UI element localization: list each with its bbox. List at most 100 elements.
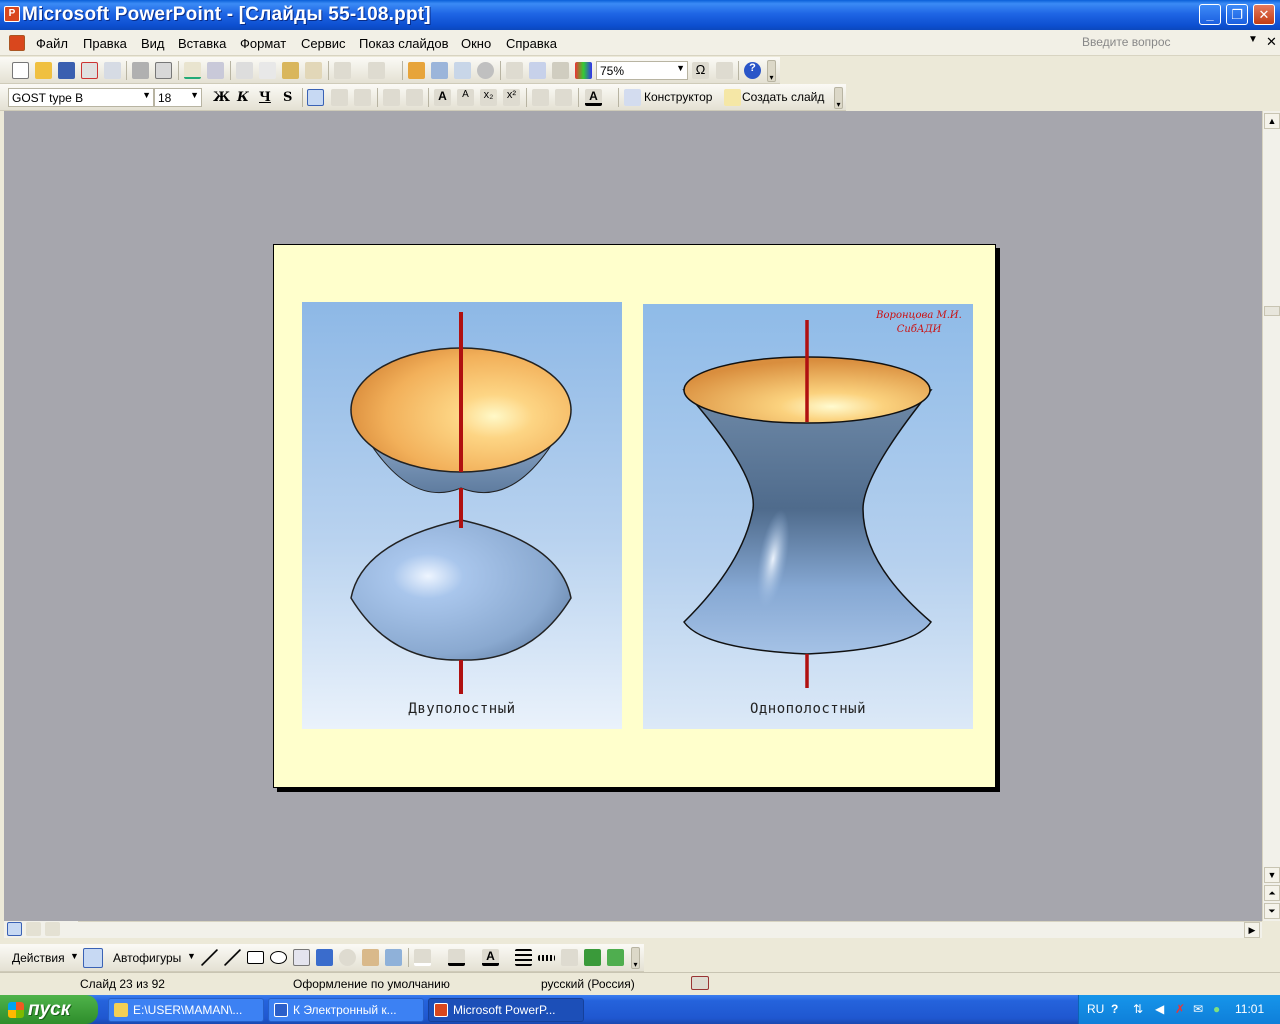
print-icon[interactable] xyxy=(132,62,149,79)
research-icon[interactable] xyxy=(207,62,224,79)
expand-all-icon[interactable] xyxy=(506,62,523,79)
autoshapes-menu[interactable]: Автофигуры xyxy=(113,951,181,965)
line-color-icon[interactable] xyxy=(448,949,465,966)
chevron-down-icon[interactable]: ▼ xyxy=(1248,34,1258,45)
arrow-style-icon[interactable] xyxy=(561,949,578,966)
zoom-combo[interactable]: 75% ▼ xyxy=(596,61,688,80)
tables-borders-icon[interactable] xyxy=(454,62,471,79)
paste-icon[interactable] xyxy=(282,62,299,79)
scroll-right-icon[interactable]: ▶ xyxy=(1244,922,1260,938)
wordart-icon[interactable] xyxy=(316,949,333,966)
print-preview-icon[interactable] xyxy=(155,62,172,79)
diagram-icon[interactable] xyxy=(339,949,356,966)
powerpoint-app-icon[interactable]: P xyxy=(4,6,20,22)
help-icon[interactable]: ? xyxy=(744,62,761,79)
start-button[interactable]: пуск xyxy=(0,995,98,1024)
font-color-icon[interactable]: A xyxy=(585,89,602,106)
superscript-icon[interactable]: x² xyxy=(503,89,520,106)
arrow-icon[interactable] xyxy=(224,949,241,966)
new-slide-button[interactable]: Создать слайд xyxy=(742,90,824,104)
align-center-icon[interactable] xyxy=(331,89,348,106)
normal-view-icon[interactable] xyxy=(7,922,22,936)
chevron-down-icon[interactable]: ▼ xyxy=(187,951,196,961)
restore-button[interactable]: ❐ xyxy=(1226,4,1248,25)
scroll-thumb[interactable] xyxy=(1264,306,1280,316)
show-grid-icon[interactable] xyxy=(552,62,569,79)
menu-window[interactable]: Окно xyxy=(461,36,491,51)
task-powerpoint[interactable]: Microsoft PowerP... xyxy=(428,998,584,1022)
menu-format[interactable]: Формат xyxy=(240,36,286,51)
messenger-icon[interactable]: ● xyxy=(1213,1002,1220,1016)
insert-diagram-icon[interactable] xyxy=(477,62,494,79)
undo-icon[interactable] xyxy=(334,62,351,79)
rectangle-icon[interactable] xyxy=(247,951,264,964)
previous-slide-icon[interactable]: ⏶ xyxy=(1264,885,1280,901)
copy-icon[interactable] xyxy=(259,62,276,79)
insert-chart-icon[interactable] xyxy=(408,62,425,79)
italic-button[interactable]: К xyxy=(237,90,249,105)
toolbar-options-icon[interactable]: ▾ xyxy=(631,947,640,969)
insert-table-icon[interactable] xyxy=(431,62,448,79)
move-icon[interactable] xyxy=(716,62,733,79)
subscript-icon[interactable]: x₂ xyxy=(480,89,497,106)
save-icon[interactable] xyxy=(58,62,75,79)
menu-file[interactable]: Файл xyxy=(36,36,68,51)
increase-font-icon[interactable]: A xyxy=(434,89,451,106)
chevron-down-icon[interactable]: ▼ xyxy=(70,951,79,961)
cut-icon[interactable] xyxy=(236,62,253,79)
document-close-button[interactable]: ✕ xyxy=(1266,34,1277,50)
document-icon[interactable] xyxy=(9,35,25,51)
network-icon[interactable]: ⇅ xyxy=(1133,1002,1143,1016)
shadow-style-icon[interactable] xyxy=(584,949,601,966)
bold-button[interactable]: Ж xyxy=(213,90,230,105)
ask-question-input[interactable]: Введите вопрос xyxy=(1082,35,1262,52)
actions-menu[interactable]: Действия xyxy=(12,951,65,965)
mail-icon[interactable]: ✉ xyxy=(1193,1002,1203,1016)
toolbar-options-icon[interactable]: ▾ xyxy=(767,60,776,82)
toolbar-options-icon[interactable]: ▾ xyxy=(834,87,843,109)
close-button[interactable]: ✕ xyxy=(1253,4,1275,25)
font-combo[interactable]: GOST type B ▼ xyxy=(8,88,154,107)
task-word[interactable]: К Электронный к... xyxy=(268,998,424,1022)
format-painter-icon[interactable] xyxy=(305,62,322,79)
fill-color-icon[interactable] xyxy=(414,949,431,966)
back-icon[interactable]: ◀ xyxy=(1155,1002,1164,1016)
slideshow-icon[interactable] xyxy=(45,922,60,936)
slide-sorter-icon[interactable] xyxy=(26,922,41,936)
menu-insert[interactable]: Вставка xyxy=(178,36,226,51)
dash-style-icon[interactable] xyxy=(538,955,555,961)
language-indicator[interactable]: RU xyxy=(1087,1002,1104,1016)
menu-help[interactable]: Справка xyxy=(506,36,557,51)
line-icon[interactable] xyxy=(201,949,218,966)
minimize-button[interactable]: _ xyxy=(1199,4,1221,25)
text-box-icon[interactable] xyxy=(293,949,310,966)
insert-picture-icon[interactable] xyxy=(385,949,402,966)
redo-icon[interactable] xyxy=(368,62,385,79)
clock[interactable]: 11:01 xyxy=(1235,1002,1264,1016)
menu-view[interactable]: Вид xyxy=(141,36,165,51)
vertical-scrollbar[interactable]: ▲ ▼ ⏶ ⏷ xyxy=(1262,111,1280,921)
increase-indent-icon[interactable] xyxy=(555,89,572,106)
font-size-combo[interactable]: 18 ▼ xyxy=(154,88,202,107)
menu-slideshow[interactable]: Показ слайдов xyxy=(359,36,449,51)
scroll-up-icon[interactable]: ▲ xyxy=(1264,113,1280,129)
font-color-icon[interactable]: A xyxy=(482,949,499,966)
align-right-icon[interactable] xyxy=(354,89,371,106)
line-style-icon[interactable] xyxy=(515,949,532,966)
underline-button[interactable]: Ч xyxy=(259,90,271,105)
numbered-list-icon[interactable] xyxy=(383,89,400,106)
align-left-icon[interactable] xyxy=(307,89,324,106)
oval-icon[interactable] xyxy=(270,951,287,964)
open-folder-icon[interactable] xyxy=(35,62,52,79)
horizontal-scrollbar[interactable]: ▶ xyxy=(78,921,1262,938)
shadow-button[interactable]: S xyxy=(283,90,292,105)
color-grayscale-icon[interactable] xyxy=(575,62,592,79)
menu-tools[interactable]: Сервис xyxy=(301,36,346,51)
clip-art-icon[interactable] xyxy=(362,949,379,966)
show-formatting-icon[interactable] xyxy=(529,62,546,79)
spellcheck-status-icon[interactable] xyxy=(691,976,709,990)
decrease-indent-icon[interactable] xyxy=(532,89,549,106)
next-slide-icon[interactable]: ⏷ xyxy=(1264,903,1280,919)
decrease-font-icon[interactable]: A xyxy=(457,89,474,106)
permission-icon[interactable] xyxy=(81,62,98,79)
